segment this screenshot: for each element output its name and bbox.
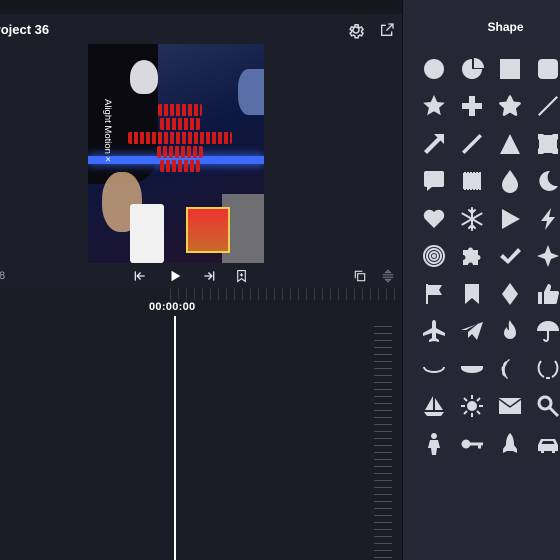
notched-square-shape-icon[interactable] (529, 125, 560, 163)
rounded-star-shape-icon[interactable] (491, 88, 529, 126)
transport-bar: 8 (0, 264, 402, 288)
rounded-square-shape-icon[interactable] (529, 50, 560, 88)
stamp-shape-icon[interactable] (453, 163, 491, 201)
rocket-shape-icon[interactable] (491, 425, 529, 463)
laurel-wreath-shape-icon[interactable] (529, 350, 560, 388)
time-left-label: 8 (0, 270, 6, 282)
panel-title: Shape (487, 20, 524, 34)
pie-shape-icon[interactable] (453, 50, 491, 88)
puzzle-piece-shape-icon[interactable] (453, 238, 491, 276)
play-icon[interactable] (166, 267, 184, 285)
arrow-shape-icon[interactable] (415, 125, 453, 163)
heart-shape-icon[interactable] (415, 200, 453, 238)
preview-red-lettering (126, 104, 234, 204)
shape-panel: Shape (403, 0, 560, 560)
sun-shape-icon[interactable] (453, 388, 491, 426)
skip-to-end-icon[interactable] (200, 267, 218, 285)
bookmark-add-icon[interactable] (232, 267, 250, 285)
circle-shape-icon[interactable] (415, 50, 453, 88)
top-status-strip (0, 0, 402, 14)
video-preview[interactable]: Alight Motion × (88, 44, 264, 263)
plus-shape-icon[interactable] (453, 88, 491, 126)
snowflake-shape-icon[interactable] (453, 200, 491, 238)
preview-blue-shape (238, 69, 264, 115)
preview-snack-box (186, 207, 230, 253)
flame-shape-icon[interactable] (491, 313, 529, 351)
four-point-star-shape-icon[interactable] (529, 238, 560, 276)
checkmark-shape-icon[interactable] (491, 238, 529, 276)
project-title: Project 36 (0, 22, 50, 37)
car-shape-icon[interactable] (529, 425, 560, 463)
diamond-shape-icon[interactable] (491, 275, 529, 313)
spiral-shape-icon[interactable] (415, 238, 453, 276)
paper-plane-shape-icon[interactable] (453, 313, 491, 351)
play-triangle-shape-icon[interactable] (491, 200, 529, 238)
lightning-shape-icon[interactable] (529, 200, 560, 238)
drag-handle-icon[interactable] (379, 267, 397, 285)
editor-header: Project 36 (0, 14, 402, 46)
shape-grid (415, 50, 560, 463)
magnifier-shape-icon[interactable] (529, 388, 560, 426)
export-share-icon[interactable] (376, 19, 398, 41)
droplet-shape-icon[interactable] (491, 163, 529, 201)
copy-layers-icon[interactable] (351, 267, 369, 285)
flag-shape-icon[interactable] (415, 275, 453, 313)
thumbs-up-shape-icon[interactable] (529, 275, 560, 313)
skip-to-start-icon[interactable] (131, 267, 149, 285)
timeline-scroll-grip[interactable] (374, 326, 392, 560)
preview-puppet-head (130, 60, 158, 94)
bookmark-shape-icon[interactable] (453, 275, 491, 313)
sailboat-shape-icon[interactable] (415, 388, 453, 426)
crescent-moon-shape-icon[interactable] (529, 163, 560, 201)
playhead[interactable] (174, 316, 176, 560)
laurel-left-shape-icon[interactable] (491, 350, 529, 388)
umbrella-shape-icon[interactable] (529, 313, 560, 351)
cup-curve-shape-icon[interactable] (453, 350, 491, 388)
thick-line-shape-icon[interactable] (453, 125, 491, 163)
smile-curve-shape-icon[interactable] (415, 350, 453, 388)
speech-bubble-shape-icon[interactable] (415, 163, 453, 201)
square-shape-icon[interactable] (491, 50, 529, 88)
envelope-shape-icon[interactable] (491, 388, 529, 426)
star-shape-icon[interactable] (415, 88, 453, 126)
person-shape-icon[interactable] (415, 425, 453, 463)
preview-cup (130, 204, 164, 263)
timeline-ruler[interactable] (170, 288, 402, 300)
line-shape-icon[interactable] (529, 88, 560, 126)
key-shape-icon[interactable] (453, 425, 491, 463)
timecode-display: 00:00:00 (149, 301, 196, 313)
timeline-area[interactable] (0, 288, 402, 560)
triangle-shape-icon[interactable] (491, 125, 529, 163)
watermark-text: Alight Motion × (102, 99, 113, 163)
settings-gear-icon[interactable] (345, 19, 367, 41)
airplane-shape-icon[interactable] (415, 313, 453, 351)
